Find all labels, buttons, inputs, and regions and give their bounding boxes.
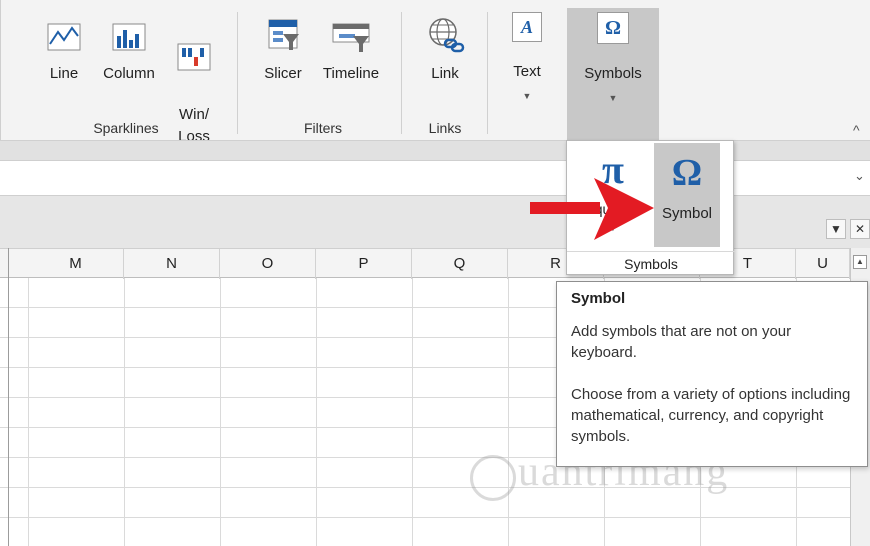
column-sparkline-icon bbox=[112, 23, 146, 51]
pane-options-dropdown-icon[interactable]: ▼ bbox=[826, 219, 846, 239]
group-divider bbox=[401, 12, 402, 134]
scroll-up-arrow-icon[interactable]: ▲ bbox=[853, 255, 867, 269]
sparkline-line-button[interactable]: Line bbox=[39, 14, 89, 84]
red-arrow-icon bbox=[530, 178, 654, 240]
watermark-logo-icon bbox=[470, 455, 516, 501]
column-label: Column bbox=[103, 65, 155, 82]
line-label: Line bbox=[49, 65, 79, 82]
ribbon: Line Column Win/ Loss Sparklines Slicer … bbox=[0, 0, 870, 145]
text-label: Text bbox=[513, 63, 541, 80]
chevron-down-icon: ▼ bbox=[522, 91, 532, 101]
column-header-q[interactable]: Q bbox=[412, 249, 508, 279]
column-header-o[interactable]: O bbox=[220, 249, 316, 279]
timeline-label: Timeline bbox=[322, 65, 380, 82]
omega-icon: Ω bbox=[597, 12, 629, 44]
omega-icon: Ω bbox=[671, 152, 703, 194]
column-header-row: M N O P Q R S T U bbox=[0, 248, 870, 279]
sparklines-group-label: Sparklines bbox=[93, 120, 159, 136]
slicer-button[interactable]: Slicer bbox=[257, 14, 309, 84]
symbols-button[interactable]: Ω Symbols ▼ bbox=[567, 8, 659, 140]
links-group-label: Links bbox=[428, 120, 462, 136]
symbol-button[interactable]: Ω Symbol bbox=[654, 143, 720, 247]
chevron-down-icon: ▼ bbox=[608, 93, 618, 103]
pane-header-band bbox=[0, 196, 870, 248]
line-sparkline-icon bbox=[47, 23, 81, 51]
column-header-u[interactable]: U bbox=[796, 249, 850, 279]
symbols-label: Symbols bbox=[584, 65, 642, 82]
column-header-p[interactable]: P bbox=[316, 249, 412, 279]
link-button[interactable]: Link bbox=[417, 14, 473, 84]
symbol-tooltip: Symbol Add symbols that are not on your … bbox=[556, 281, 868, 467]
text-box-icon: A bbox=[512, 12, 542, 42]
timeline-button[interactable]: Timeline bbox=[313, 14, 389, 84]
link-globe-icon bbox=[429, 18, 465, 53]
symbols-button-content: Ω Symbols ▼ bbox=[567, 12, 659, 108]
slicer-label: Slicer bbox=[264, 65, 302, 82]
sheet-left-border bbox=[8, 248, 9, 546]
column-header-n[interactable]: N bbox=[124, 249, 220, 279]
symbols-group-label: Symbols bbox=[567, 251, 735, 276]
ribbon-bottom-band bbox=[0, 140, 870, 160]
timeline-icon bbox=[332, 23, 370, 52]
slicer-icon bbox=[268, 19, 299, 50]
close-icon[interactable]: ✕ bbox=[850, 219, 870, 239]
text-button[interactable]: A Text ▼ bbox=[501, 12, 553, 106]
sparkline-column-button[interactable]: Column bbox=[93, 14, 165, 84]
group-divider bbox=[237, 12, 238, 134]
tooltip-title: Symbol bbox=[571, 290, 626, 307]
tooltip-paragraph-1: Add symbols that are not on your keyboar… bbox=[571, 323, 792, 361]
filters-group-label: Filters bbox=[303, 120, 343, 136]
collapse-ribbon-icon[interactable]: ^ bbox=[853, 122, 860, 138]
formula-bar[interactable] bbox=[0, 160, 870, 196]
symbol-label: Symbol bbox=[661, 205, 713, 222]
link-label: Link bbox=[431, 65, 459, 82]
tooltip-paragraph-2: Choose from a variety of options includi… bbox=[571, 386, 851, 445]
group-divider bbox=[487, 12, 488, 134]
column-header-m[interactable]: M bbox=[28, 249, 124, 279]
winloss-sparkline-icon bbox=[177, 43, 211, 71]
expand-formula-bar-icon[interactable]: ⌄ bbox=[854, 168, 865, 184]
